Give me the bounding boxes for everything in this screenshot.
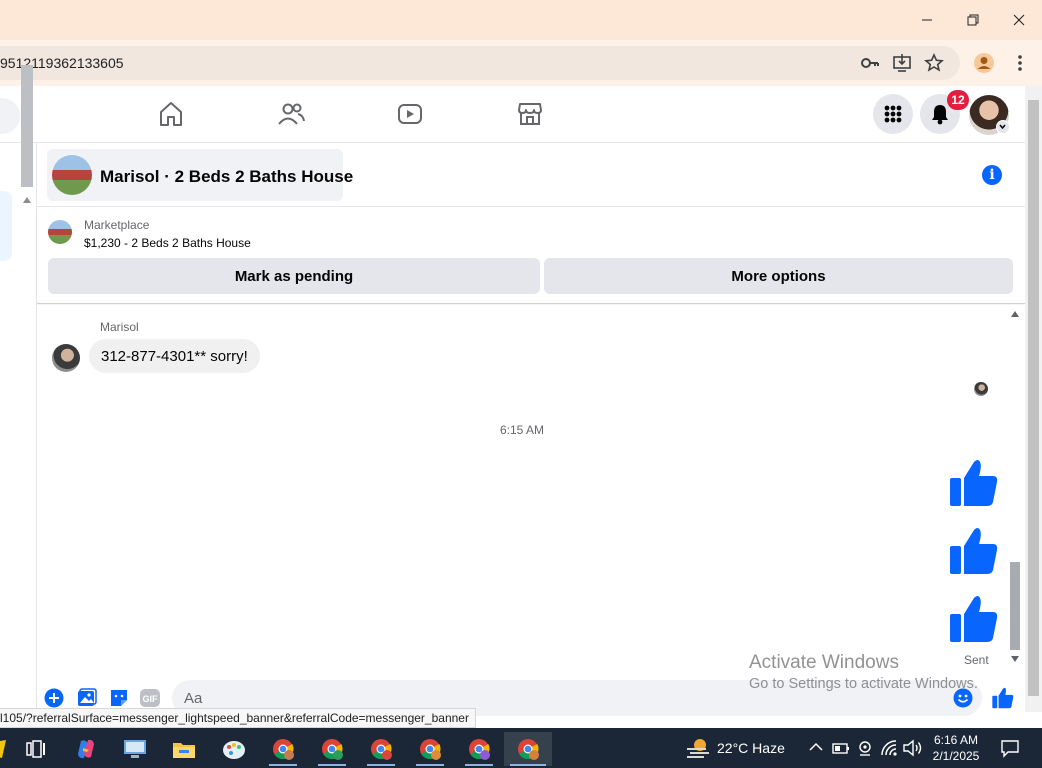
message-timestamp: 6:15 AM [499, 423, 545, 437]
listing-title[interactable]: $1,230 - 2 Beds 2 Baths House [84, 236, 251, 250]
scroll-up-icon[interactable] [22, 196, 32, 204]
seen-receipt-avatar [974, 382, 988, 396]
message-thread: Marisol 312-877-4301** sorry! 6:15 AM Se… [37, 305, 1025, 669]
weather-text[interactable]: 22°C Haze [717, 740, 785, 756]
sidebar-scrollbar[interactable] [21, 65, 33, 187]
scroll-up-icon[interactable] [1010, 310, 1020, 318]
active-chat-highlight[interactable] [0, 191, 12, 261]
chevron-down-icon[interactable] [996, 120, 1010, 134]
wifi-icon[interactable] [880, 739, 900, 757]
grid-icon [884, 105, 902, 123]
menu-grid-button[interactable] [873, 94, 913, 134]
friends-icon[interactable] [277, 100, 305, 128]
copilot-icon[interactable] [66, 732, 106, 766]
more-options-button[interactable]: More options [544, 258, 1013, 294]
activation-watermark-subtitle: Go to Settings to activate Windows. [749, 676, 978, 692]
volume-icon[interactable] [903, 739, 923, 757]
info-icon[interactable]: i [982, 165, 1002, 185]
bookmark-star-icon[interactable] [922, 51, 946, 75]
listing-thumbnail[interactable] [48, 220, 72, 244]
notification-center-icon[interactable] [1000, 738, 1020, 758]
home-icon[interactable] [157, 100, 185, 128]
thumbs-up-icon[interactable] [947, 592, 1001, 646]
weather-haze-icon[interactable] [686, 737, 710, 759]
paint-icon[interactable] [214, 732, 254, 766]
gif-icon[interactable]: GIF [140, 688, 160, 708]
address-bar[interactable] [0, 46, 960, 80]
thread-scrollbar[interactable] [1010, 562, 1020, 650]
restore-icon[interactable] [950, 0, 996, 40]
conversation-title[interactable]: Marisol · 2 Beds 2 Baths House [100, 167, 353, 187]
conversation-header: Marisol · 2 Beds 2 Baths House i [37, 143, 1025, 207]
scroll-down-icon[interactable] [1010, 655, 1020, 663]
page-scrollbar-thumb[interactable] [1028, 100, 1039, 696]
bell-icon [932, 105, 948, 125]
marketplace-listing-banner: Marketplace $1,230 - 2 Beds 2 Baths Hous… [37, 208, 1025, 304]
search-input[interactable] [0, 98, 20, 134]
chrome-profile-4-icon[interactable] [410, 732, 450, 766]
minimize-icon[interactable] [904, 0, 950, 40]
sender-name: Marisol [100, 320, 139, 334]
remote-desktop-icon[interactable] [115, 732, 155, 766]
window-titlebar [0, 0, 1042, 40]
sent-status: Sent [964, 653, 989, 667]
key-icon[interactable] [858, 51, 882, 75]
thumbs-up-icon[interactable] [947, 524, 1001, 578]
chrome-profile-3-icon[interactable] [361, 732, 401, 766]
windows-taskbar: 22°C Haze 6:16 AM 2/1/2025 [0, 728, 1042, 768]
start-icon[interactable] [0, 732, 12, 766]
plus-circle-icon[interactable] [44, 688, 64, 708]
power-icon[interactable] [832, 740, 850, 756]
listing-source-label: Marketplace [84, 218, 150, 232]
facebook-top-nav: 12 [0, 86, 1025, 143]
chrome-profile-5-icon[interactable] [459, 732, 499, 766]
photo-icon[interactable] [77, 688, 97, 708]
browser-toolbar: 9512119362133605 [0, 40, 1042, 86]
chat-list-sidebar [0, 143, 37, 712]
chrome-profile-1-icon[interactable] [263, 732, 303, 766]
chevron-up-icon[interactable] [809, 742, 823, 752]
clock-time: 6:16 AM [933, 733, 979, 747]
url-text[interactable]: 9512119362133605 [0, 55, 124, 71]
clock-date: 2/1/2025 [932, 749, 980, 763]
sender-avatar[interactable] [52, 344, 80, 372]
task-view-icon[interactable] [16, 732, 56, 766]
link-status-bar: l105/?referralSurface=messenger_lightspe… [0, 708, 476, 728]
message-bubble[interactable]: 312-877-4301** sorry! [89, 339, 260, 373]
chrome-profile-6-icon[interactable] [504, 732, 552, 766]
close-icon[interactable] [996, 0, 1042, 40]
marketplace-icon[interactable] [516, 100, 544, 128]
profile-icon[interactable] [972, 51, 996, 75]
install-app-icon[interactable] [890, 51, 914, 75]
svg-text:GIF: GIF [143, 694, 159, 704]
file-explorer-icon[interactable] [164, 732, 204, 766]
activation-watermark-title: Activate Windows [749, 652, 899, 673]
mark-as-pending-button[interactable]: Mark as pending [48, 258, 540, 294]
thumbs-up-icon[interactable] [947, 456, 1001, 510]
video-icon[interactable] [396, 100, 424, 128]
webcam-icon[interactable] [856, 739, 874, 757]
chrome-profile-2-icon[interactable] [312, 732, 352, 766]
taskbar-clock[interactable]: 6:16 AM 2/1/2025 [928, 732, 984, 764]
listing-avatar [52, 155, 92, 195]
browser-menu-icon[interactable] [1008, 51, 1032, 75]
send-like-icon[interactable] [991, 686, 1015, 710]
sticker-icon[interactable] [109, 688, 129, 708]
notifications-badge: 12 [947, 90, 969, 110]
